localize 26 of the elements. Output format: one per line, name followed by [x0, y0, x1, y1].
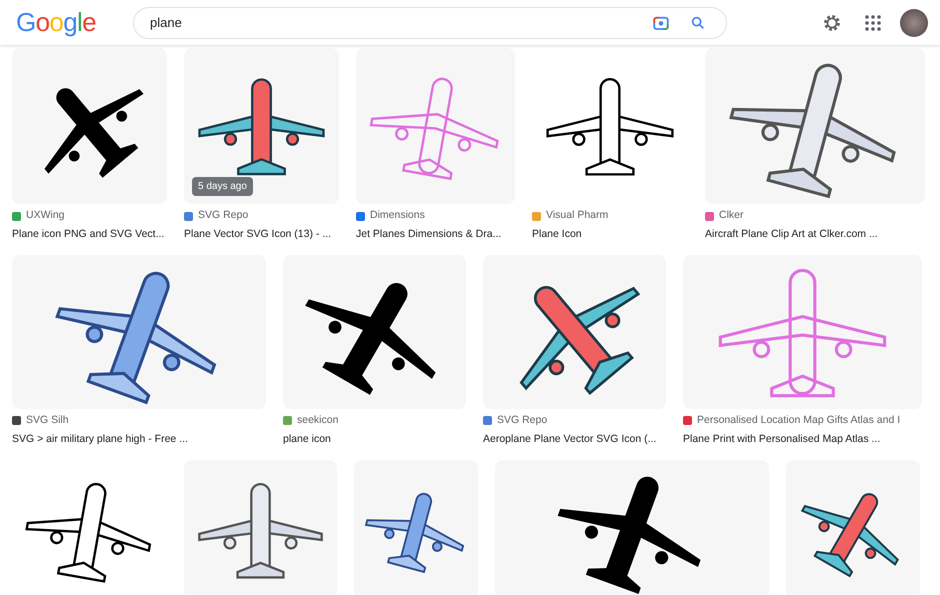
source-name[interactable]: Dimensions: [370, 208, 425, 224]
source-name[interactable]: SVG Silh: [26, 412, 69, 429]
result-title[interactable]: Plane Vector SVG Icon (13) - ...: [184, 227, 339, 243]
google-logo[interactable]: Google: [16, 3, 116, 42]
source-name[interactable]: SVG Repo: [497, 412, 548, 429]
source-name[interactable]: Clker: [719, 208, 744, 224]
result-title[interactable]: Aircraft Plane Clip Art at Clker.com ...: [705, 227, 925, 243]
result-title[interactable]: Plane Icon: [532, 227, 688, 243]
apps-icon[interactable]: [865, 14, 881, 30]
avatar[interactable]: [900, 8, 928, 36]
source-name[interactable]: Visual Pharm: [546, 208, 608, 224]
age-badge: 5 days ago: [192, 177, 253, 196]
search-input[interactable]: plane: [150, 12, 652, 32]
source-name[interactable]: Personalised Location Map Gifts Atlas and I: [697, 412, 900, 429]
result-title[interactable]: Aeroplane Plane Vector SVG Icon (...: [483, 432, 666, 448]
result-title[interactable]: plane icon: [283, 432, 466, 448]
result-title[interactable]: Plane Print with Personalised Map Atlas ...: [683, 432, 922, 448]
result-title[interactable]: Jet Planes Dimensions & Dra...: [356, 227, 515, 243]
settings-icon[interactable]: [822, 12, 842, 32]
source-name[interactable]: UXWing: [26, 208, 65, 224]
search-bar[interactable]: plane: [133, 6, 727, 38]
source-name[interactable]: SVG Repo: [198, 208, 248, 224]
source-name[interactable]: seekicon: [297, 412, 338, 429]
result-title[interactable]: SVG > air military plane high - Free ...: [12, 432, 266, 448]
search-icon[interactable]: [690, 14, 706, 30]
result-title[interactable]: Plane icon PNG and SVG Vect...: [12, 227, 167, 243]
